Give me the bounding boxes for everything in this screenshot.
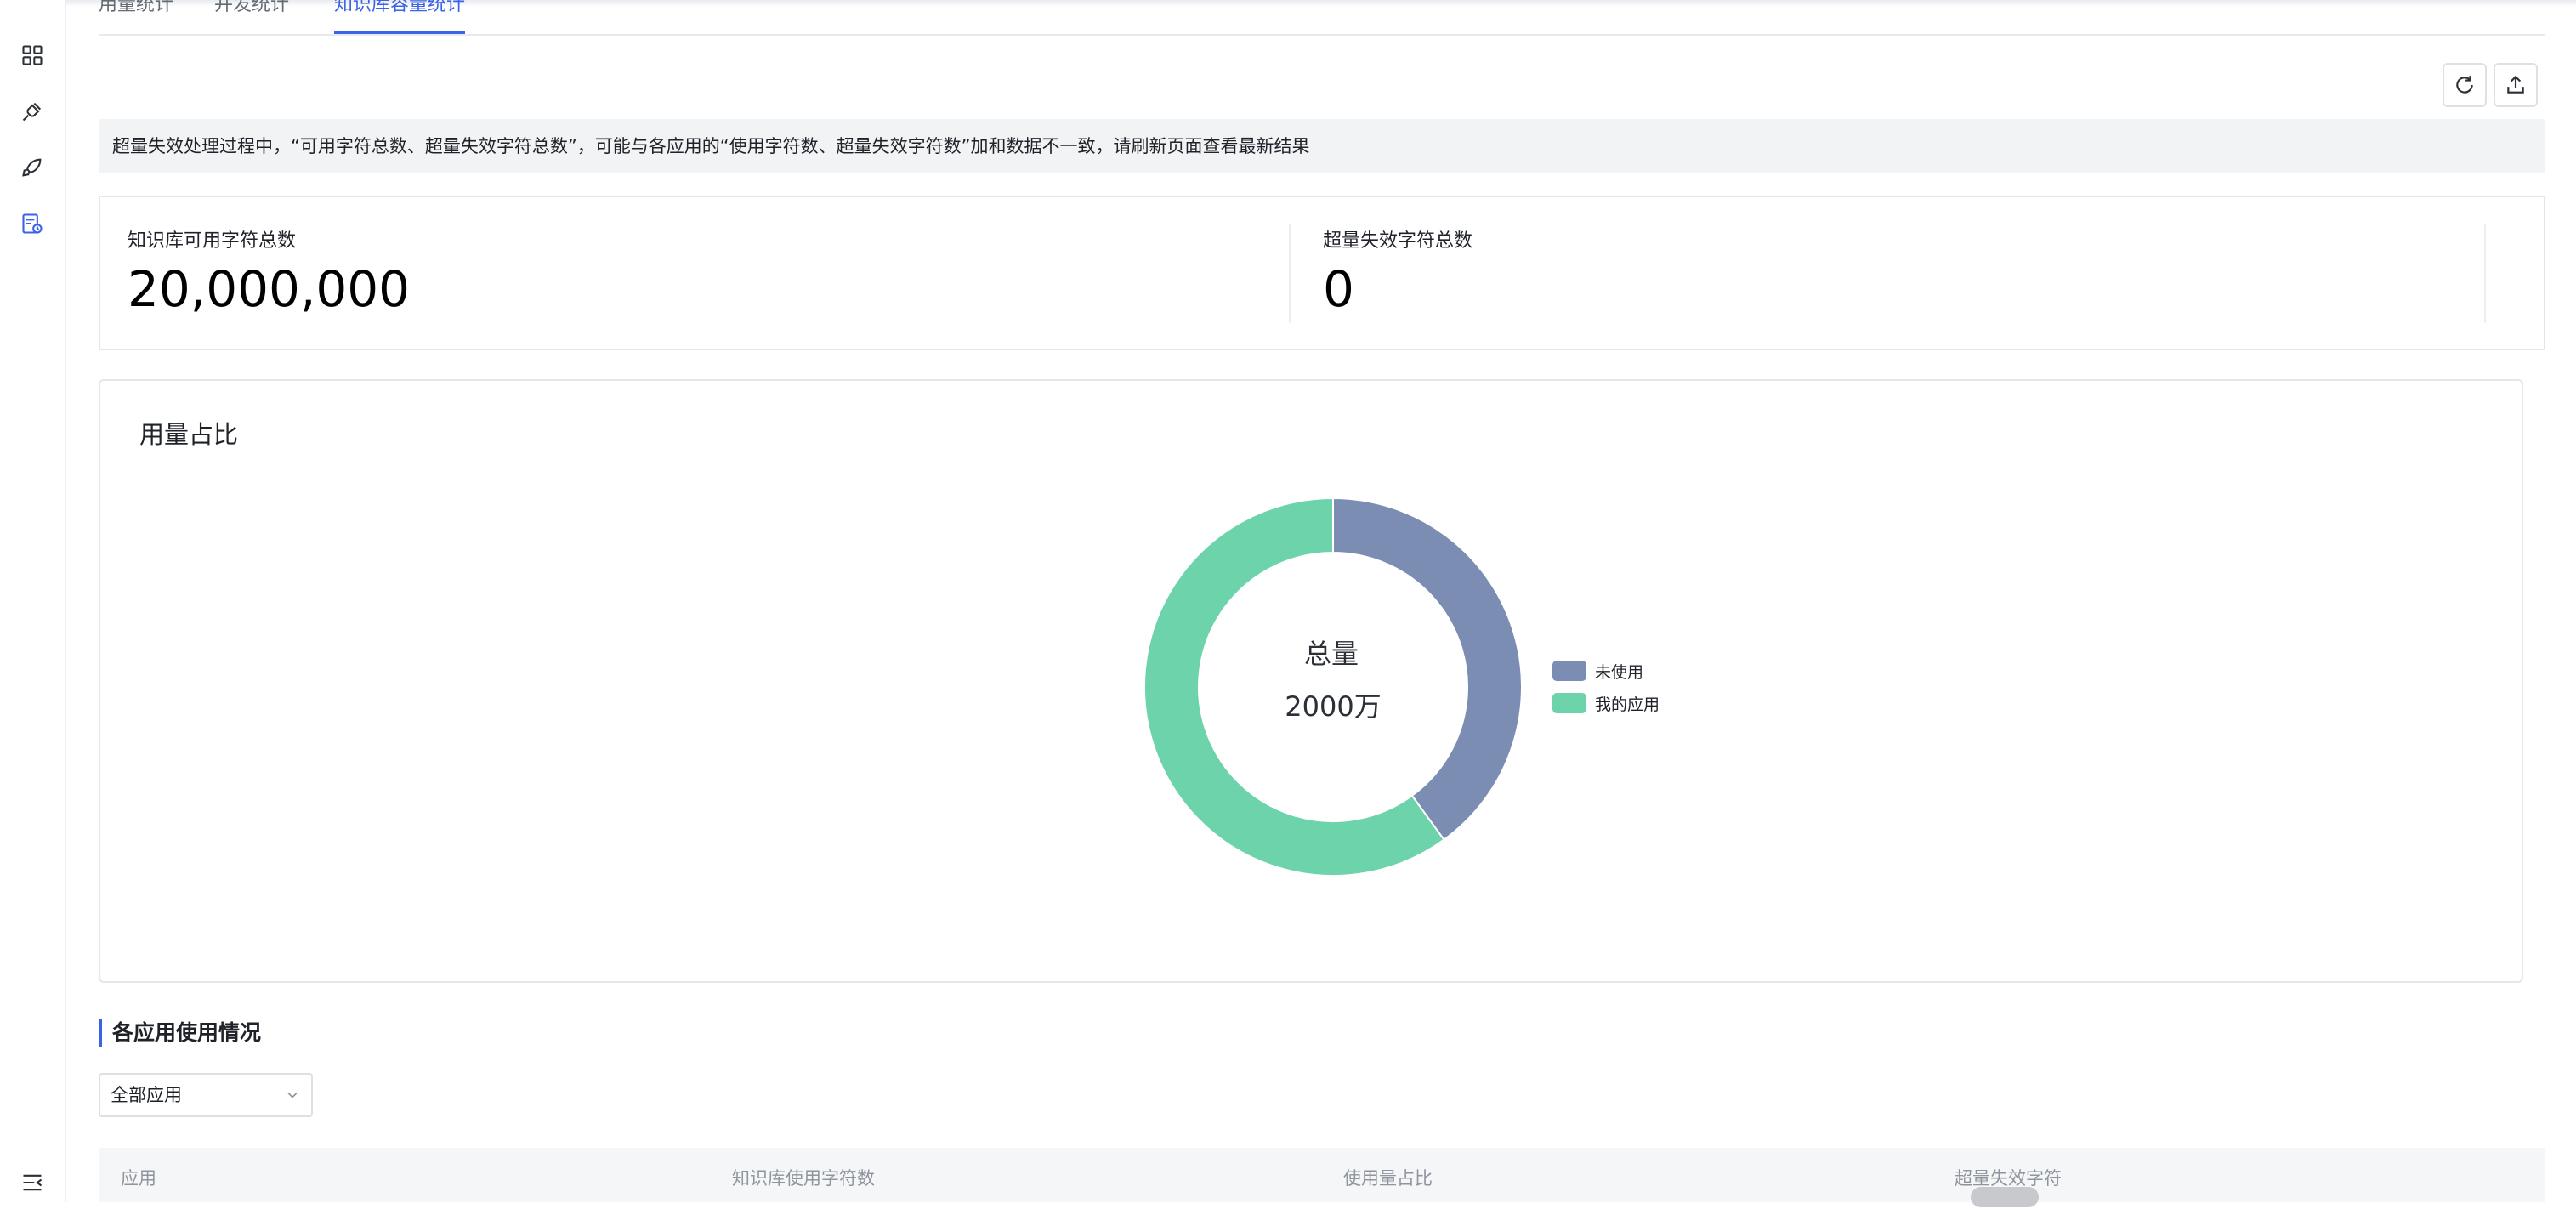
column-header-chars-used[interactable]: 知识库使用字符数 — [732, 1148, 875, 1209]
section-title: 各应用使用情况 — [99, 1019, 261, 1047]
app-filter-select[interactable]: 全部应用 — [99, 1073, 313, 1117]
column-header-app[interactable]: 应用 — [121, 1148, 156, 1209]
stats-panel: 知识库可用字符总数 20,000,000 超量失效字符总数 0 — [99, 196, 2545, 350]
document-stats-icon[interactable] — [16, 207, 48, 240]
export-icon — [2507, 75, 2524, 94]
usage-donut-chart: 总量 2000万 — [1143, 497, 1523, 877]
export-button[interactable] — [2494, 63, 2538, 107]
chart-legend: 未使用 我的应用 — [1552, 655, 1660, 719]
stat-label: 知识库可用字符总数 — [128, 230, 297, 252]
column-header-usage-ratio[interactable]: 使用量占比 — [1343, 1148, 1433, 1209]
rocket-icon[interactable] — [16, 151, 48, 184]
tab-bar: 用量统计 并发统计 知识库容量统计 — [99, 0, 2545, 36]
collapse-menu-icon[interactable] — [16, 1166, 48, 1199]
card-title: 用量占比 — [139, 420, 239, 449]
refresh-button[interactable] — [2443, 63, 2487, 107]
refresh-icon — [2456, 76, 2473, 94]
divider — [1289, 224, 1291, 323]
floating-handle[interactable] — [1971, 1187, 2039, 1207]
donut-slice-unused[interactable] — [1332, 497, 1523, 841]
legend-item[interactable]: 我的应用 — [1552, 687, 1660, 719]
table-header: 应用 知识库使用字符数 使用量占比 超量失效字符 — [99, 1148, 2545, 1202]
notice-banner: 超量失效处理过程中，“可用字符总数、超量失效字符总数”，可能与各应用的“使用字符… — [99, 119, 2545, 173]
stat-label: 超量失效字符总数 — [1323, 230, 1473, 252]
tab-concurrency-stats[interactable]: 并发统计 — [214, 0, 289, 34]
legend-label: 我的应用 — [1595, 695, 1660, 714]
select-value: 全部应用 — [111, 1085, 182, 1105]
legend-item[interactable]: 未使用 — [1552, 655, 1660, 687]
legend-label: 未使用 — [1595, 662, 1644, 682]
usage-ratio-card: 用量占比 总量 2000万 未使用我的应用 — [99, 379, 2523, 983]
left-icon-rail — [0, 0, 66, 1202]
legend-swatch — [1552, 693, 1586, 713]
grid-icon[interactable] — [16, 39, 48, 71]
chevron-down-icon — [287, 1092, 298, 1098]
donut-center-value: 2000万 — [1285, 690, 1381, 723]
tab-usage-stats[interactable]: 用量统计 — [99, 0, 173, 34]
tab-knowledge-capacity-stats[interactable]: 知识库容量统计 — [334, 0, 466, 34]
stat-value: 0 — [1323, 260, 1354, 318]
divider — [2484, 224, 2486, 323]
legend-swatch — [1552, 661, 1586, 681]
plug-icon[interactable] — [16, 95, 48, 128]
stat-value: 20,000,000 — [128, 260, 411, 318]
donut-center-label: 总量 — [1304, 638, 1359, 670]
